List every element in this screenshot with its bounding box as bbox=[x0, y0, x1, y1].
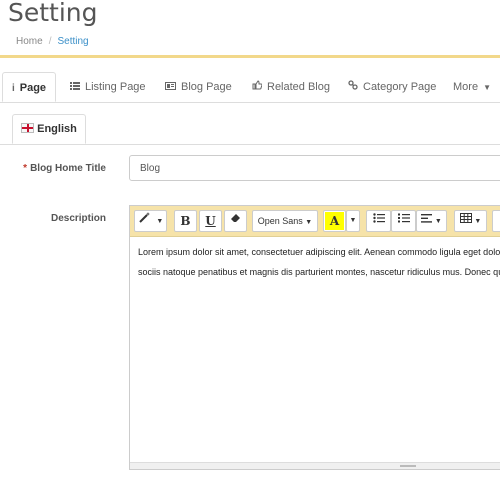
magic-wand-icon: ▼ bbox=[138, 212, 163, 226]
blog-home-title-label-text: Blog Home Title bbox=[30, 163, 106, 174]
numbered-list-button[interactable] bbox=[391, 210, 416, 232]
color-dropdown-button[interactable]: ▼ bbox=[346, 210, 360, 232]
blog-home-title-label: * Blog Home Title bbox=[10, 163, 106, 174]
font-color-button[interactable]: A bbox=[323, 210, 346, 232]
editor-toolbar: ▼ B U Open Sans ▼ A ▼ ▼ ▼ bbox=[130, 206, 500, 237]
tab-listing-page[interactable]: Listing Page bbox=[70, 72, 146, 102]
link-icon bbox=[348, 73, 358, 103]
tab-category-page[interactable]: Category Page bbox=[348, 72, 436, 102]
info-icon: i bbox=[11, 83, 15, 94]
page-header: Setting Home / Setting bbox=[0, 0, 500, 58]
breadcrumb-separator: / bbox=[48, 36, 52, 47]
card-icon bbox=[165, 73, 176, 103]
tab-page[interactable]: i Page bbox=[2, 72, 56, 102]
table-icon: ▼ bbox=[459, 213, 481, 226]
editor-content[interactable]: Lorem ipsum dolor sit amet, consectetuer… bbox=[138, 242, 500, 282]
tab-listing-page-label: Listing Page bbox=[85, 81, 146, 93]
tab-blog-page[interactable]: Blog Page bbox=[165, 72, 232, 102]
underline-button[interactable]: U bbox=[199, 210, 222, 232]
rich-text-editor: ▼ B U Open Sans ▼ A ▼ ▼ ▼ Lorem ipsum do… bbox=[129, 205, 500, 470]
font-family-label: Open Sans bbox=[257, 216, 303, 226]
main-tabs: i Page Listing Page Blog Page Related Blo… bbox=[0, 72, 500, 103]
align-left-icon: ▼ bbox=[421, 214, 442, 226]
bullet-list-button[interactable] bbox=[366, 210, 391, 232]
bold-icon: B bbox=[180, 214, 191, 228]
tab-english[interactable]: English bbox=[12, 114, 86, 144]
eraser-button[interactable] bbox=[224, 210, 247, 232]
font-family-dropdown[interactable]: Open Sans ▼ bbox=[252, 210, 318, 232]
resize-grip-icon bbox=[400, 465, 416, 467]
breadcrumb: Home / Setting bbox=[16, 36, 89, 47]
align-dropdown-button[interactable]: ▼ bbox=[416, 210, 447, 232]
tab-more[interactable]: More ▼ bbox=[453, 72, 491, 102]
caret-down-icon: ▼ bbox=[305, 219, 313, 226]
caret-down-icon: ▼ bbox=[483, 83, 492, 92]
tab-related-blog[interactable]: Related Blog bbox=[252, 72, 330, 102]
list-icon bbox=[70, 73, 80, 103]
tab-category-page-label: Category Page bbox=[363, 81, 437, 93]
language-tabs: English bbox=[0, 114, 500, 145]
tab-blog-page-label: Blog Page bbox=[181, 81, 232, 93]
bullet-list-icon bbox=[372, 213, 385, 226]
table-dropdown-button[interactable]: ▼ bbox=[454, 210, 487, 232]
editor-resize-handle[interactable] bbox=[130, 462, 500, 469]
editor-line: Lorem ipsum dolor sit amet, consectetuer… bbox=[138, 247, 500, 257]
bold-button[interactable]: B bbox=[174, 210, 197, 232]
tab-english-label: English bbox=[37, 123, 77, 135]
underline-icon: U bbox=[205, 214, 216, 228]
caret-down-icon: ▼ bbox=[349, 217, 357, 224]
thumbs-up-icon bbox=[252, 73, 263, 103]
breadcrumb-setting[interactable]: Setting bbox=[57, 36, 88, 47]
tab-more-label: More bbox=[453, 81, 479, 93]
tab-page-label: Page bbox=[19, 82, 47, 94]
toolbar-overflow-button[interactable] bbox=[492, 210, 500, 232]
numbered-list-icon bbox=[397, 213, 410, 226]
font-color-icon: A bbox=[325, 212, 344, 230]
required-marker: * bbox=[23, 163, 28, 174]
blog-home-title-input[interactable] bbox=[129, 155, 500, 181]
magic-wand-button[interactable]: ▼ bbox=[134, 210, 167, 232]
tab-related-blog-label: Related Blog bbox=[267, 81, 330, 93]
breadcrumb-home[interactable]: Home bbox=[16, 36, 43, 47]
description-label: Description bbox=[50, 213, 106, 224]
page-title: Setting bbox=[8, 0, 98, 27]
editor-line: sociis natoque penatibus et magnis dis p… bbox=[138, 267, 500, 277]
uk-flag-icon bbox=[21, 123, 35, 133]
eraser-icon bbox=[230, 214, 241, 226]
